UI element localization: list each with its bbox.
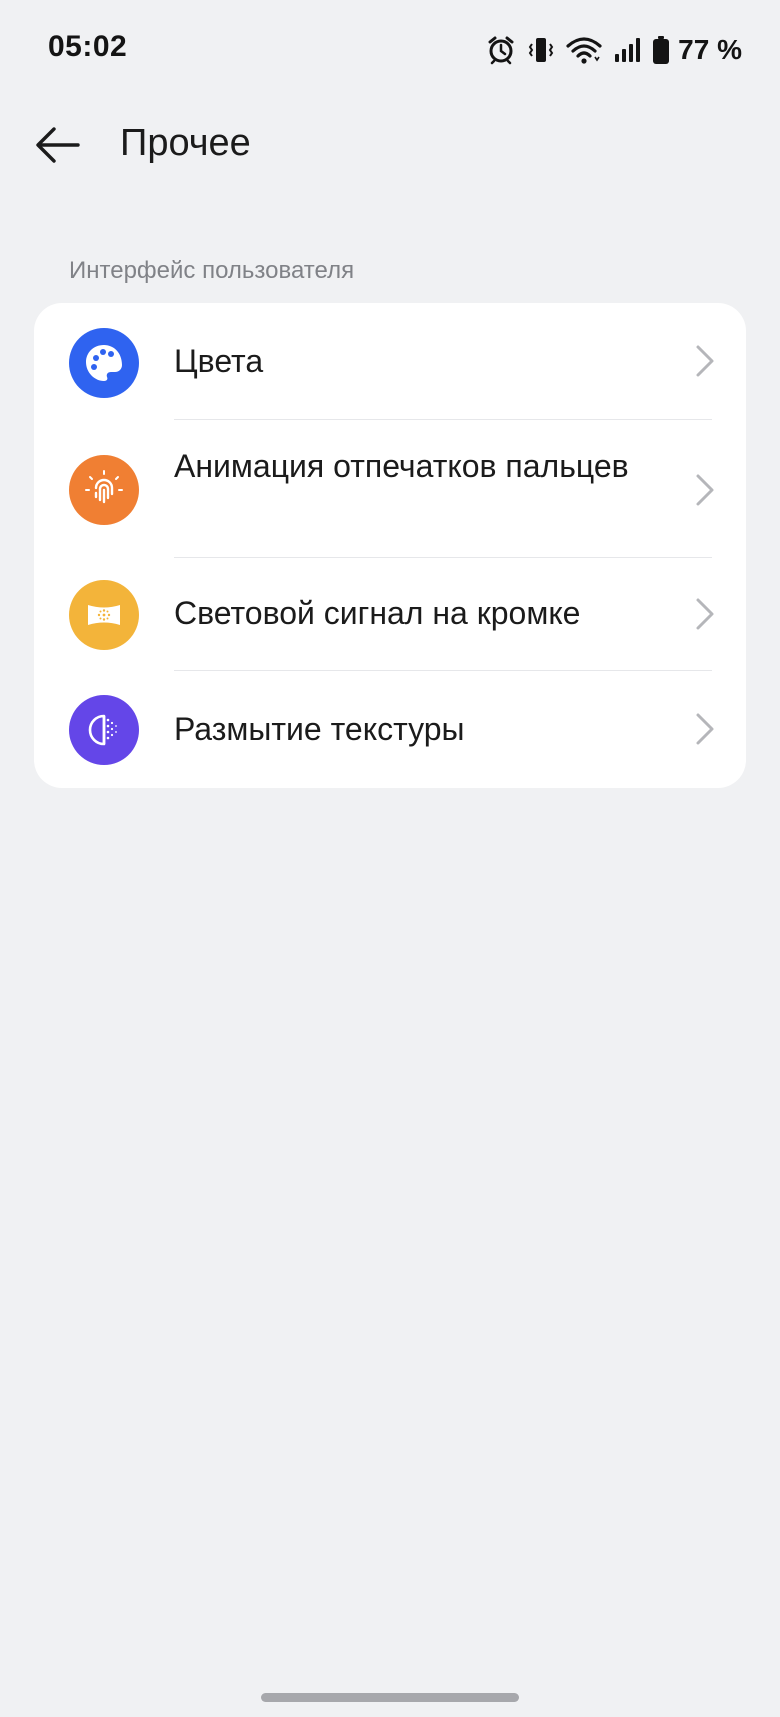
settings-item-blur-texture[interactable]: Размытие текстуры [34, 671, 746, 788]
settings-item-label: Анимация отпечатков пальцев [174, 448, 629, 484]
chevron-right-icon [696, 345, 714, 377]
settings-item-fingerprint-animation[interactable]: Анимация отпечатков пальцев [34, 420, 746, 560]
edge-light-icon [69, 580, 139, 650]
signal-icon [612, 35, 642, 65]
page-title: Прочее [120, 122, 251, 164]
settings-item-edge-light[interactable]: Световой сигнал на кромке [34, 558, 746, 670]
vibrate-icon [526, 35, 556, 65]
section-label: Интерфейс пользователя [69, 257, 355, 284]
status-time: 05:02 [48, 30, 128, 63]
chevron-right-icon [696, 713, 714, 745]
status-bar: 05:02 77 % [0, 0, 780, 100]
wifi-icon [566, 35, 602, 65]
header: Прочее [0, 105, 780, 185]
blur-texture-icon [69, 695, 139, 765]
battery-icon [652, 35, 670, 65]
chevron-right-icon [696, 474, 714, 506]
settings-screen: 05:02 77 % Прочее Интерфейс пользователя… [0, 0, 780, 1717]
alarm-icon [486, 35, 516, 65]
settings-item-label: Световой сигнал на кромке [174, 595, 581, 631]
settings-item-label: Размытие текстуры [174, 711, 465, 747]
arrow-left-icon [36, 127, 80, 163]
chevron-right-icon [696, 598, 714, 630]
status-icons: 77 % [486, 30, 742, 70]
home-indicator[interactable] [261, 1693, 519, 1702]
settings-item-label: Цвета [174, 343, 264, 379]
fingerprint-icon [69, 455, 139, 525]
settings-card: Цвета Анимация отпечатков пальцев Светов… [34, 303, 746, 788]
settings-item-colors[interactable]: Цвета [34, 303, 746, 419]
palette-icon [69, 328, 139, 398]
back-button[interactable] [30, 117, 86, 173]
battery-percent: 77 % [678, 34, 742, 65]
